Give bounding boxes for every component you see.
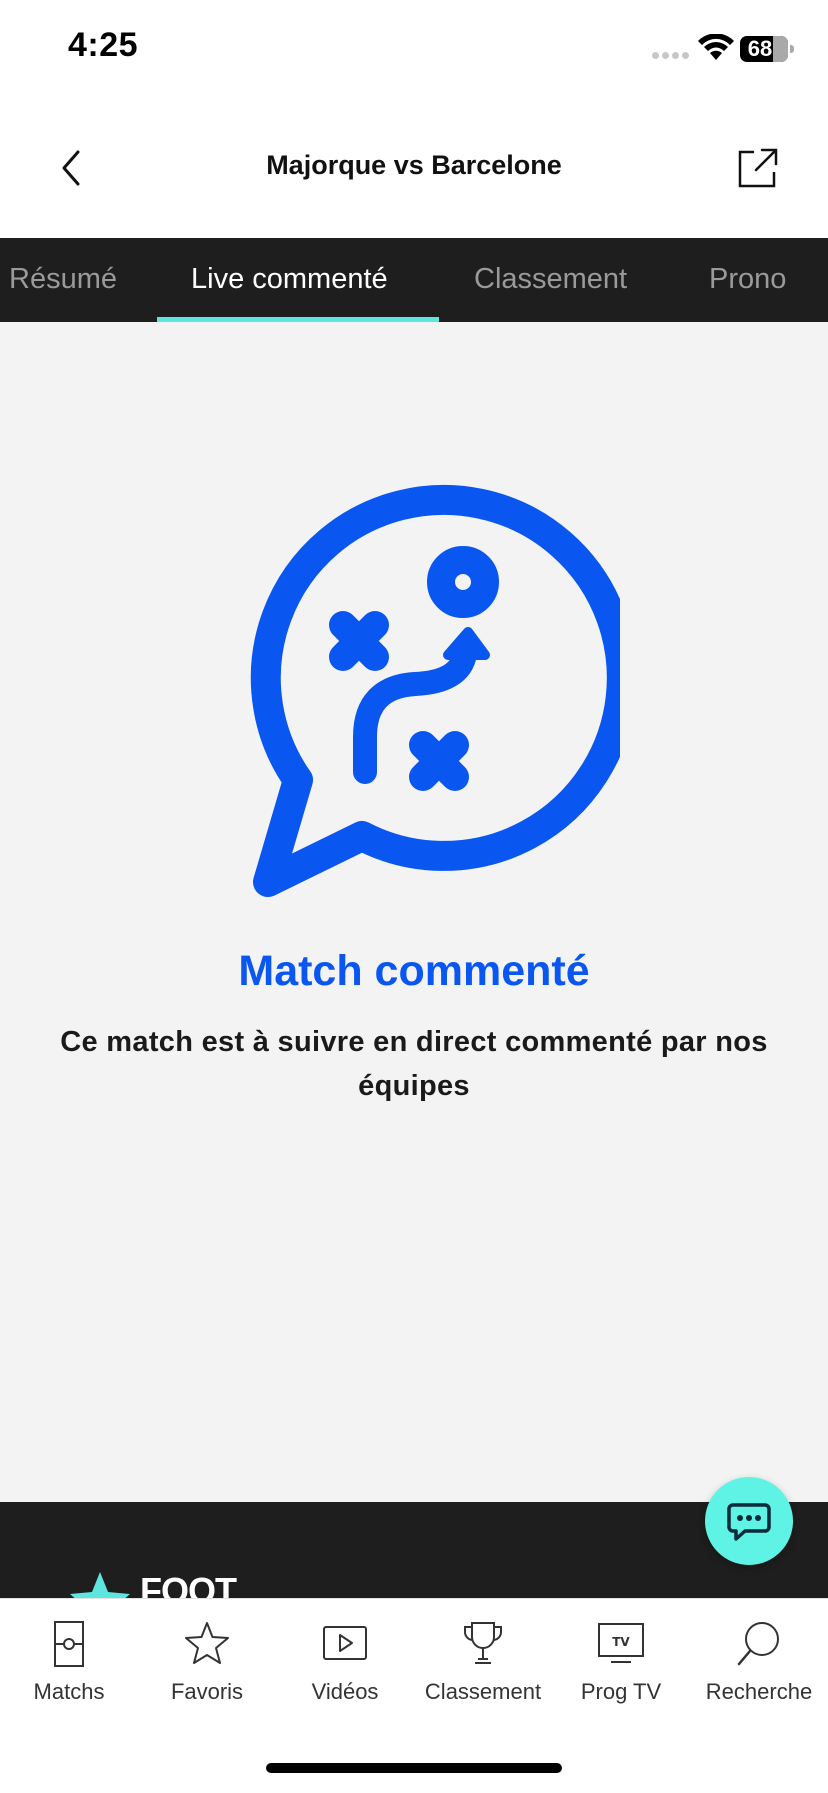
chat-button[interactable]	[705, 1477, 793, 1565]
nav-item-matchs[interactable]: Matchs	[0, 1599, 138, 1719]
main-content: Match commenté Ce match est à suivre en …	[0, 322, 828, 1502]
nav-label-videos: Vidéos	[311, 1679, 379, 1704]
play-icon	[323, 1626, 367, 1660]
trophy-icon	[464, 1622, 502, 1664]
chat-bubble-icon	[727, 1503, 771, 1541]
tv-icon: TV	[598, 1623, 644, 1663]
home-indicator	[266, 1763, 562, 1773]
battery-level: 68	[747, 36, 773, 61]
share-button[interactable]	[734, 144, 782, 192]
nav-item-classement[interactable]: Classement	[414, 1599, 552, 1719]
empty-state-description: Ce match est à suivre en direct commenté…	[60, 1026, 768, 1102]
empty-state-title: Match commenté	[238, 947, 590, 995]
nav-label-classement: Classement	[424, 1679, 542, 1704]
tab-classement[interactable]: Classement	[474, 238, 627, 322]
star-icon	[185, 1622, 229, 1664]
battery-icon: 68	[740, 36, 794, 62]
page-title: Majorque vs Barcelone	[266, 150, 562, 180]
tab-resume[interactable]: Résumé	[9, 238, 117, 322]
tab-bar: Résumé Live commenté Classement Prono	[0, 238, 828, 322]
foot-logo-icon	[70, 1572, 130, 1598]
status-bar: 4:25 68	[0, 0, 828, 100]
nav-item-videos[interactable]: Vidéos	[276, 1599, 414, 1719]
nav-item-recherche[interactable]: Recherche	[690, 1599, 828, 1719]
pitch-icon	[54, 1621, 84, 1667]
nav-item-favoris[interactable]: Favoris	[138, 1599, 276, 1719]
footer-banner: FOOT	[0, 1502, 828, 1598]
status-time: 4:25	[68, 26, 139, 64]
share-external-icon	[738, 148, 778, 188]
search-icon	[737, 1622, 779, 1666]
tab-live-commente[interactable]: Live commenté	[191, 238, 388, 322]
tactics-speech-bubble-icon	[250, 484, 620, 897]
cellular-signal-icon	[652, 52, 692, 60]
svg-text:TV: TV	[612, 1635, 630, 1649]
foot-logo-text: FOOT	[140, 1570, 237, 1598]
nav-label-prog-tv: Prog TV	[580, 1679, 662, 1704]
nav-label-favoris: Favoris	[170, 1679, 244, 1704]
nav-label-recherche: Recherche	[705, 1679, 813, 1704]
nav-header: Majorque vs Barcelone	[0, 100, 828, 238]
nav-label-matchs: Matchs	[33, 1679, 105, 1704]
tab-prono[interactable]: Prono	[709, 238, 786, 322]
nav-item-prog-tv[interactable]: TV Prog TV	[552, 1599, 690, 1719]
wifi-icon	[698, 34, 734, 60]
